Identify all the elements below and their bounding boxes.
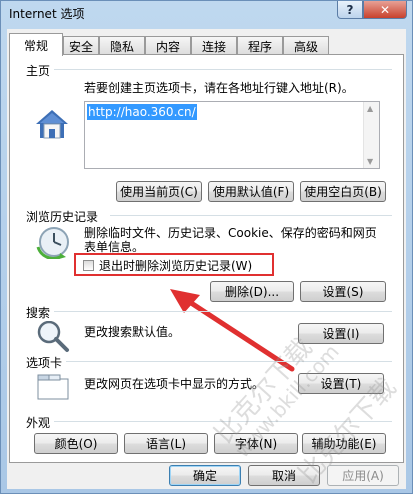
tab-programs[interactable]: 程序 (237, 36, 283, 55)
apply-button[interactable]: 应用(A) (327, 465, 399, 486)
group-divider (50, 421, 392, 422)
use-default-button[interactable]: 使用默认值(F) (208, 181, 294, 202)
tabs-icon (37, 374, 69, 400)
tab-general[interactable]: 常规 (9, 33, 63, 56)
group-divider (110, 215, 392, 216)
home-url-value: http://hao.360.cn/ (87, 104, 197, 120)
home-icon (36, 110, 68, 139)
search-icon (37, 320, 69, 352)
ok-button[interactable]: 确定 (169, 465, 241, 486)
window-title: Internet 选项 (9, 7, 85, 21)
general-panel: 主页 若要创建主页选项卡，请在各地址行键入地址(R)。 http://hao.3… (9, 54, 404, 463)
tab-security[interactable]: 安全 (63, 36, 99, 55)
scroll-down-icon[interactable]: ▼ (367, 157, 373, 166)
history-description: 删除临时文件、历史记录、Cookie、保存的密码和网页表单信息。 (84, 226, 377, 254)
search-description: 更改搜索默认值。 (84, 325, 181, 339)
tab-advanced[interactable]: 高级 (283, 36, 329, 55)
history-clock-icon (36, 227, 69, 259)
internet-options-window: Internet 选项 ? ✕ 常规 安全 隐私 内容 连接 程序 高级 主页 … (0, 0, 413, 494)
scroll-up-icon[interactable]: ▲ (367, 104, 373, 113)
group-divider (50, 311, 392, 312)
close-icon: ✕ (379, 2, 391, 17)
tab-content[interactable]: 内容 (145, 36, 191, 55)
use-current-button[interactable]: 使用当前页(C) (116, 181, 202, 202)
group-divider (50, 69, 392, 70)
languages-button[interactable]: 语言(L) (124, 433, 208, 454)
home-url-textarea[interactable]: http://hao.360.cn/ ▲ ▼ (84, 101, 380, 169)
search-group-label: 搜索 (26, 304, 55, 321)
accessibility-button[interactable]: 辅助功能(E) (302, 433, 386, 454)
appearance-group-label: 外观 (26, 414, 55, 431)
cancel-button[interactable]: 取消 (248, 465, 320, 486)
title-bar[interactable]: Internet 选项 ? ✕ (1, 1, 412, 25)
tab-connections[interactable]: 连接 (191, 36, 237, 55)
help-icon: ? (346, 2, 354, 17)
url-scrollbar[interactable]: ▲ ▼ (363, 102, 379, 168)
search-settings-button[interactable]: 设置(I) (298, 323, 384, 344)
annotation-highlight-box (74, 253, 274, 276)
fonts-button[interactable]: 字体(N) (214, 433, 298, 454)
colors-button[interactable]: 颜色(O) (34, 433, 118, 454)
history-group-label: 浏览历史记录 (26, 208, 103, 225)
home-description: 若要创建主页选项卡，请在各地址行键入地址(R)。 (84, 81, 354, 95)
history-settings-button[interactable]: 设置(S) (300, 281, 386, 302)
use-blank-button[interactable]: 使用空白页(B) (300, 181, 386, 202)
tabs-description: 更改网页在选项卡中显示的方式。 (84, 377, 265, 391)
home-group-label: 主页 (26, 62, 55, 79)
dialog-client: 常规 安全 隐私 内容 连接 程序 高级 主页 若要创建主页选项卡，请在各地址行… (7, 29, 406, 489)
tab-privacy[interactable]: 隐私 (99, 36, 145, 55)
help-button[interactable]: ? (337, 1, 363, 19)
group-divider (62, 361, 392, 362)
tabs-group-label: 选项卡 (26, 354, 67, 371)
close-button[interactable]: ✕ (363, 1, 407, 19)
tabs-settings-button[interactable]: 设置(T) (298, 373, 384, 394)
